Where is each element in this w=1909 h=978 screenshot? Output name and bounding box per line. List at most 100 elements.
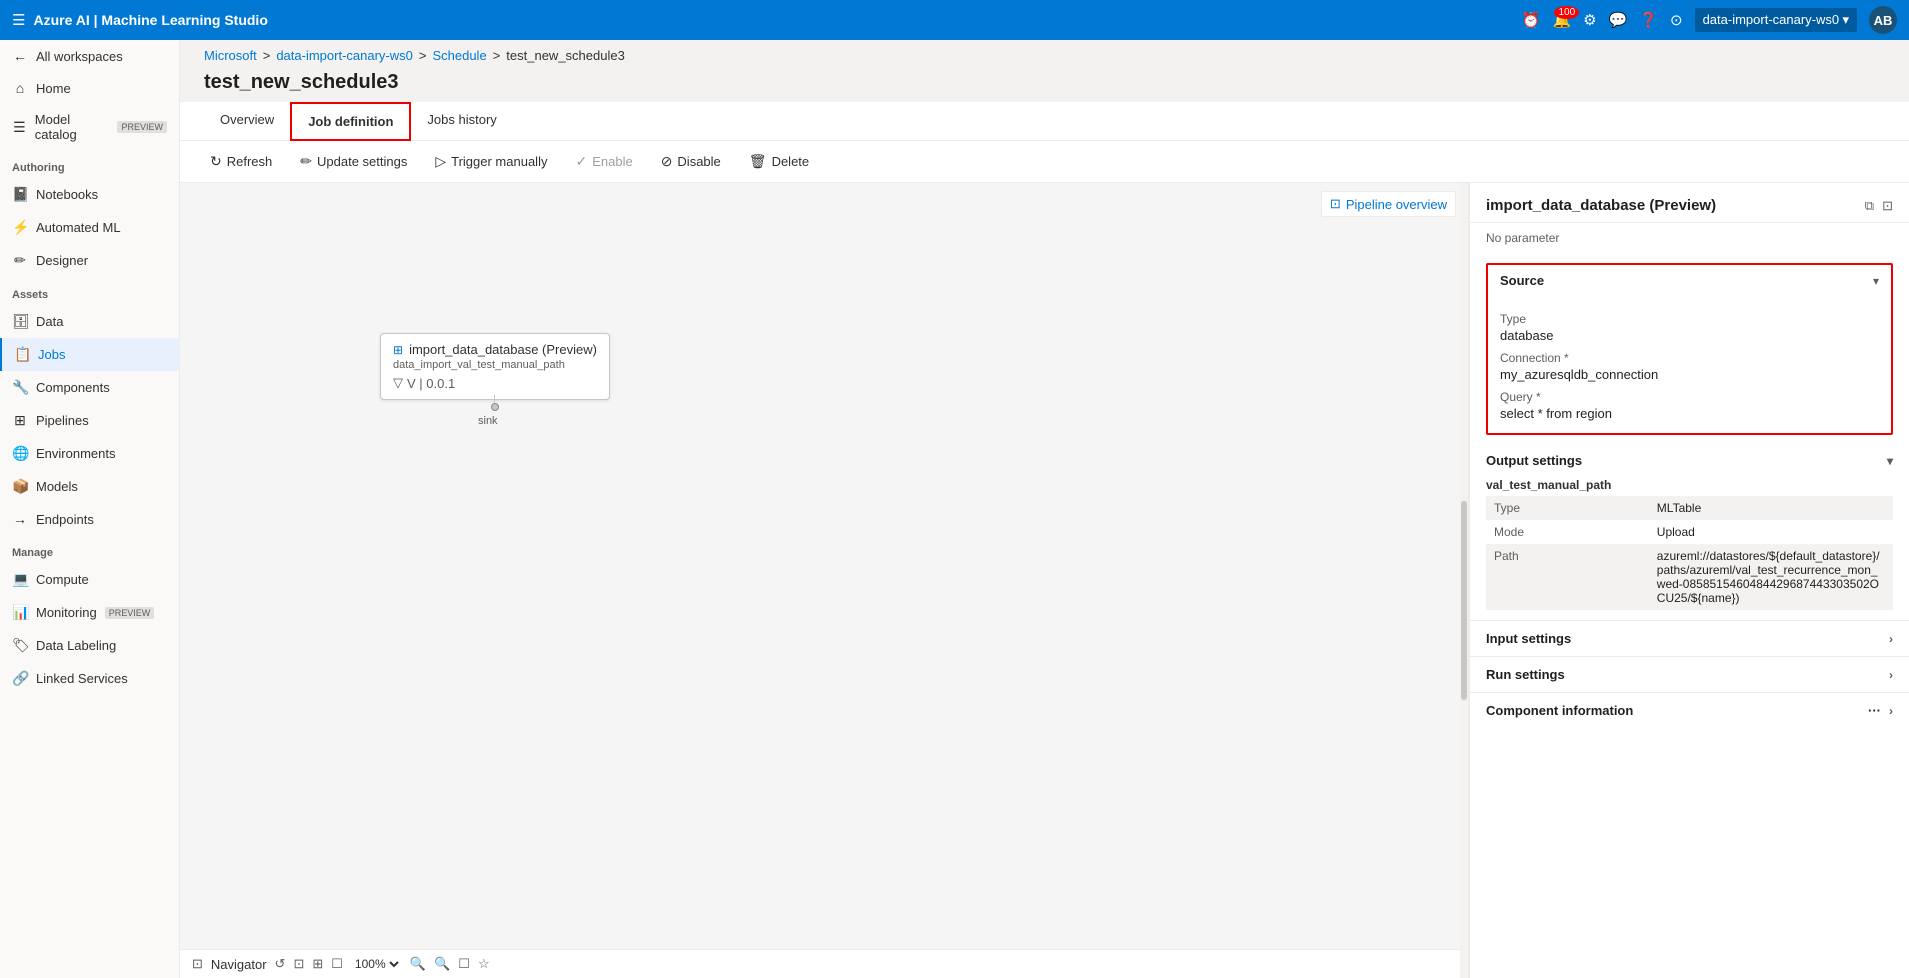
edit-icon: ✏: [300, 153, 312, 170]
sidebar-item-notebooks[interactable]: 📓 Notebooks: [0, 178, 179, 211]
comment-icon[interactable]: ☐: [331, 956, 343, 972]
layout: ← All workspaces ⌂ Home ☰ Model catalog …: [0, 40, 1909, 978]
run-settings-row[interactable]: Run settings ›: [1470, 656, 1909, 692]
component-information-row[interactable]: Component information ··· ›: [1470, 692, 1909, 728]
sidebar-model-catalog-label: Model catalog: [35, 112, 110, 142]
auto-layout-icon[interactable]: ☆: [478, 956, 490, 972]
node-version: ▽ V | 0.0.1: [393, 375, 597, 391]
pipelines-icon: ⊞: [12, 412, 28, 429]
output-subsection: val_test_manual_path: [1486, 478, 1893, 492]
sidebar-monitoring-label: Monitoring: [36, 605, 97, 620]
sidebar-item-monitoring[interactable]: 📊 Monitoring PREVIEW: [0, 596, 179, 629]
breadcrumb-workspace[interactable]: data-import-canary-ws0: [276, 48, 413, 63]
scroll-thumb: [1461, 501, 1467, 700]
sidebar-item-compute[interactable]: 💻 Compute: [0, 563, 179, 596]
output-path-label: Path: [1486, 544, 1649, 610]
avatar[interactable]: AB: [1869, 6, 1897, 34]
output-settings-title[interactable]: Output settings ▾: [1486, 445, 1893, 472]
pipeline-canvas[interactable]: ⊡ Pipeline overview ⊞ import_data_databa…: [180, 183, 1469, 978]
breadcrumb-microsoft[interactable]: Microsoft: [204, 48, 257, 63]
clock-icon[interactable]: ⏰: [1522, 11, 1541, 29]
topbar-left: ☰ Azure AI | Machine Learning Studio: [12, 11, 268, 29]
right-panel: import_data_database (Preview) ⧉ ⊡ No pa…: [1469, 183, 1909, 978]
delete-button[interactable]: 🗑 Delete: [743, 149, 815, 174]
sidebar-designer-label: Designer: [36, 253, 88, 268]
breadcrumb-sep-3: >: [493, 48, 501, 63]
zoom-out-icon[interactable]: 🔍: [410, 956, 426, 972]
output-type-value: MLTable: [1649, 496, 1893, 520]
sidebar-item-back[interactable]: ← All workspaces: [0, 40, 179, 72]
refresh-button[interactable]: ↻ Refresh: [204, 149, 278, 174]
source-section-title: Source: [1500, 273, 1544, 288]
tab-job-definition[interactable]: Job definition: [290, 102, 411, 141]
run-settings-label: Run settings: [1486, 667, 1565, 682]
sidebar-item-model-catalog[interactable]: ☰ Model catalog PREVIEW: [0, 104, 179, 150]
designer-icon: ✏: [12, 252, 28, 269]
pipeline-node[interactable]: ⊞ import_data_database (Preview) data_im…: [380, 333, 610, 400]
compute-icon: 💻: [12, 571, 28, 588]
sidebar-item-jobs[interactable]: 📋 Jobs: [0, 338, 179, 371]
sidebar-item-models[interactable]: 📦 Models: [0, 470, 179, 503]
sidebar-item-components[interactable]: 🔧 Components: [0, 371, 179, 404]
pipeline-overview-button[interactable]: ⊡ Pipeline overview: [1321, 191, 1456, 217]
help-icon[interactable]: ❓: [1639, 11, 1658, 29]
expand-icon[interactable]: ⧉: [1865, 198, 1874, 214]
node-subtitle: data_import_val_test_manual_path: [393, 359, 597, 371]
zoom-in-icon[interactable]: 🔍: [434, 956, 450, 972]
node-connector: [491, 395, 499, 411]
sidebar-home-label: Home: [36, 81, 71, 96]
trigger-manually-button[interactable]: ▷ Trigger manually: [429, 149, 553, 174]
sidebar-item-automated-ml[interactable]: ⚡ Automated ML: [0, 211, 179, 244]
sidebar-item-designer[interactable]: ✏ Designer: [0, 244, 179, 277]
disable-button[interactable]: ⊘ Disable: [655, 149, 727, 174]
breadcrumb-schedule[interactable]: Schedule: [432, 48, 486, 63]
workspace-selector[interactable]: data-import-canary-ws0 ▾: [1695, 8, 1857, 32]
sidebar-data-label: Data: [36, 314, 63, 329]
tab-jobs-history[interactable]: Jobs history: [411, 102, 512, 141]
input-settings-label: Input settings: [1486, 631, 1571, 646]
enable-button[interactable]: ✓ Enable: [569, 149, 638, 174]
type-value: database: [1500, 328, 1879, 343]
sidebar-item-pipelines[interactable]: ⊞ Pipelines: [0, 404, 179, 437]
grid-icon[interactable]: ⊞: [312, 956, 323, 972]
zoom-select[interactable]: 100% 75% 50% 125%: [351, 956, 402, 972]
refresh-canvas-icon[interactable]: ↺: [275, 956, 286, 972]
update-settings-button[interactable]: ✏ Update settings: [294, 149, 413, 174]
output-chevron: ▾: [1887, 454, 1893, 468]
sidebar-item-home[interactable]: ⌂ Home: [0, 72, 179, 104]
source-section-header[interactable]: Source ▾: [1488, 265, 1891, 296]
connector-dot: [491, 403, 499, 411]
input-settings-row[interactable]: Input settings ›: [1470, 620, 1909, 656]
fit-icon[interactable]: ⊡: [293, 956, 304, 972]
output-table: Type MLTable Mode Upload Path azureml://…: [1486, 496, 1893, 610]
sidebar-item-data-labeling[interactable]: 🏷 Data Labeling: [0, 629, 179, 662]
sidebar-item-linked-services[interactable]: 🔗 Linked Services: [0, 662, 179, 695]
sidebar-item-endpoints[interactable]: → Endpoints: [0, 503, 179, 535]
chat-icon[interactable]: 💬: [1609, 11, 1628, 29]
tab-overview[interactable]: Overview: [204, 102, 290, 141]
close-icon[interactable]: ⊡: [1882, 198, 1893, 214]
settings-icon[interactable]: ⚙: [1583, 11, 1596, 29]
scroll-track[interactable]: [1460, 183, 1468, 978]
connection-label: Connection *: [1500, 351, 1879, 365]
chevron-down-icon: ▾: [1842, 12, 1849, 27]
environments-icon: 🌐: [12, 445, 28, 462]
output-path-value: azureml://datastores/${default_datastore…: [1649, 544, 1893, 610]
toolbar: ↻ Refresh ✏ Update settings ▷ Trigger ma…: [180, 141, 1909, 183]
topbar: ☰ Azure AI | Machine Learning Studio ⏰ 🔔…: [0, 0, 1909, 40]
breadcrumb-current: test_new_schedule3: [506, 48, 625, 63]
sidebar-linked-services-label: Linked Services: [36, 671, 128, 686]
navigator-icon[interactable]: ⊡: [192, 956, 203, 972]
sidebar-item-data[interactable]: 🗄 Data: [0, 305, 179, 338]
sidebar-item-environments[interactable]: 🌐 Environments: [0, 437, 179, 470]
sidebar-jobs-label: Jobs: [38, 347, 65, 362]
component-info-ellipsis[interactable]: ···: [1868, 703, 1881, 718]
endpoints-icon: →: [12, 511, 28, 527]
hamburger-icon[interactable]: ☰: [12, 11, 25, 29]
home-icon: ⌂: [12, 80, 28, 96]
screenshot-icon[interactable]: ☐: [458, 956, 470, 972]
output-mode-row: Mode Upload: [1486, 520, 1893, 544]
component-information-label: Component information: [1486, 703, 1633, 718]
account-icon[interactable]: ⊙: [1670, 11, 1683, 29]
source-section: Source ▾ Type database Connection * my_a…: [1486, 263, 1893, 435]
